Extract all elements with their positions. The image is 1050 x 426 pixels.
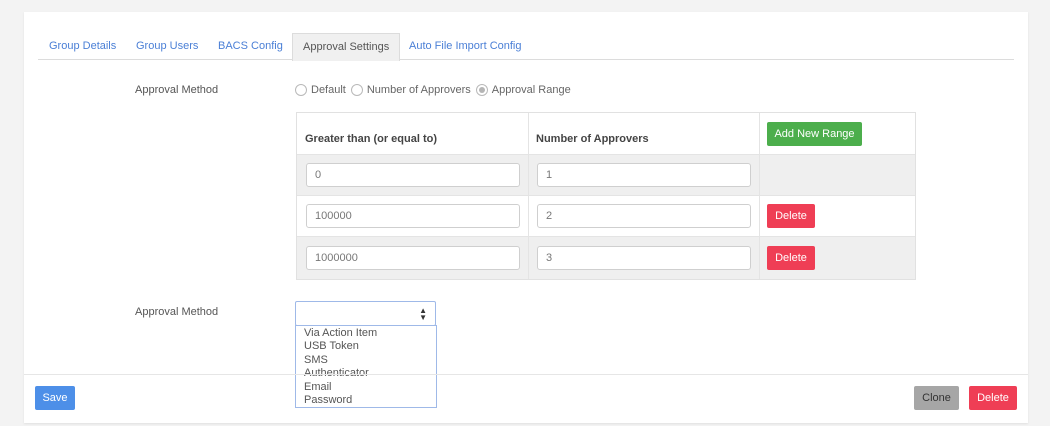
approval-method-select-label: Approval Method — [135, 306, 219, 318]
tab-bacs-config[interactable]: BACS Config — [218, 33, 283, 60]
add-new-range-button[interactable]: Add New Range — [767, 122, 862, 146]
select-arrows-icon: ▲ ▼ — [419, 306, 427, 322]
tab-group-details[interactable]: Group Details — [49, 33, 116, 60]
num-approvers-input-0[interactable]: 1 — [537, 163, 751, 187]
delete-button[interactable]: Delete — [969, 386, 1017, 410]
radio-default-circle[interactable] — [295, 84, 307, 96]
dropdown-option-via-action-item[interactable]: Via Action Item — [304, 327, 436, 340]
row-divider — [297, 236, 915, 237]
column-divider — [528, 113, 529, 279]
save-button[interactable]: Save — [35, 386, 75, 410]
footer-divider — [24, 374, 1028, 375]
clone-button[interactable]: Clone — [914, 386, 959, 410]
approval-method-label: Approval Method — [135, 84, 219, 96]
radio-default[interactable]: Default — [295, 84, 346, 96]
column-divider — [759, 113, 760, 279]
row-divider — [297, 154, 915, 155]
row-divider — [297, 195, 915, 196]
dropdown-option-usb-token[interactable]: USB Token — [304, 340, 436, 353]
radio-approval-range-label: Approval Range — [491, 84, 571, 96]
radio-number-of-approvers-circle[interactable] — [350, 84, 363, 96]
dropdown-option-sms[interactable]: SMS — [304, 354, 436, 367]
delete-range-button-1[interactable]: Delete — [767, 204, 815, 228]
approval-range-table: Greater than (or equal to) Number of App… — [296, 112, 916, 280]
radio-number-of-approvers[interactable]: Number of Approvers — [350, 84, 471, 96]
dropdown-option-password[interactable]: Password — [304, 394, 436, 407]
header-greater-than: Greater than (or equal to) — [305, 133, 438, 145]
num-approvers-input-1[interactable]: 2 — [537, 204, 751, 228]
radio-default-label: Default — [311, 84, 346, 96]
table-row: 1000000 3 Delete — [297, 237, 915, 279]
greater-than-input-1[interactable]: 100000 — [306, 204, 520, 228]
radio-approval-range[interactable]: Approval Range — [475, 84, 571, 96]
tab-bar: Group Details Group Users BACS Config Ap… — [38, 33, 1014, 61]
table-row: 0 1 — [297, 155, 915, 196]
header-number-of-approvers: Number of Approvers — [536, 133, 649, 145]
tab-group-users[interactable]: Group Users — [136, 33, 198, 60]
radio-number-of-approvers-label: Number of Approvers — [366, 84, 471, 96]
table-row: 100000 2 Delete — [297, 196, 915, 237]
tab-auto-file-import-config[interactable]: Auto File Import Config — [409, 33, 522, 60]
approval-method-dropdown: Via Action Item USB Token SMS Authentica… — [295, 325, 437, 408]
greater-than-input-2[interactable]: 1000000 — [306, 246, 520, 270]
greater-than-input-0[interactable]: 0 — [306, 163, 520, 187]
group-settings-card: Group Details Group Users BACS Config Ap… — [24, 12, 1028, 423]
approval-method-radio-group: Default Number of Approvers Approval Ran… — [295, 83, 576, 97]
dropdown-option-email[interactable]: Email — [304, 381, 436, 394]
delete-range-button-2[interactable]: Delete — [767, 246, 815, 270]
approval-method-select[interactable]: ▲ ▼ — [295, 301, 436, 326]
num-approvers-input-2[interactable]: 3 — [537, 246, 751, 270]
tab-approval-settings[interactable]: Approval Settings — [292, 33, 401, 61]
table-header-row: Greater than (or equal to) Number of App… — [297, 113, 915, 155]
radio-approval-range-circle[interactable] — [475, 84, 488, 96]
